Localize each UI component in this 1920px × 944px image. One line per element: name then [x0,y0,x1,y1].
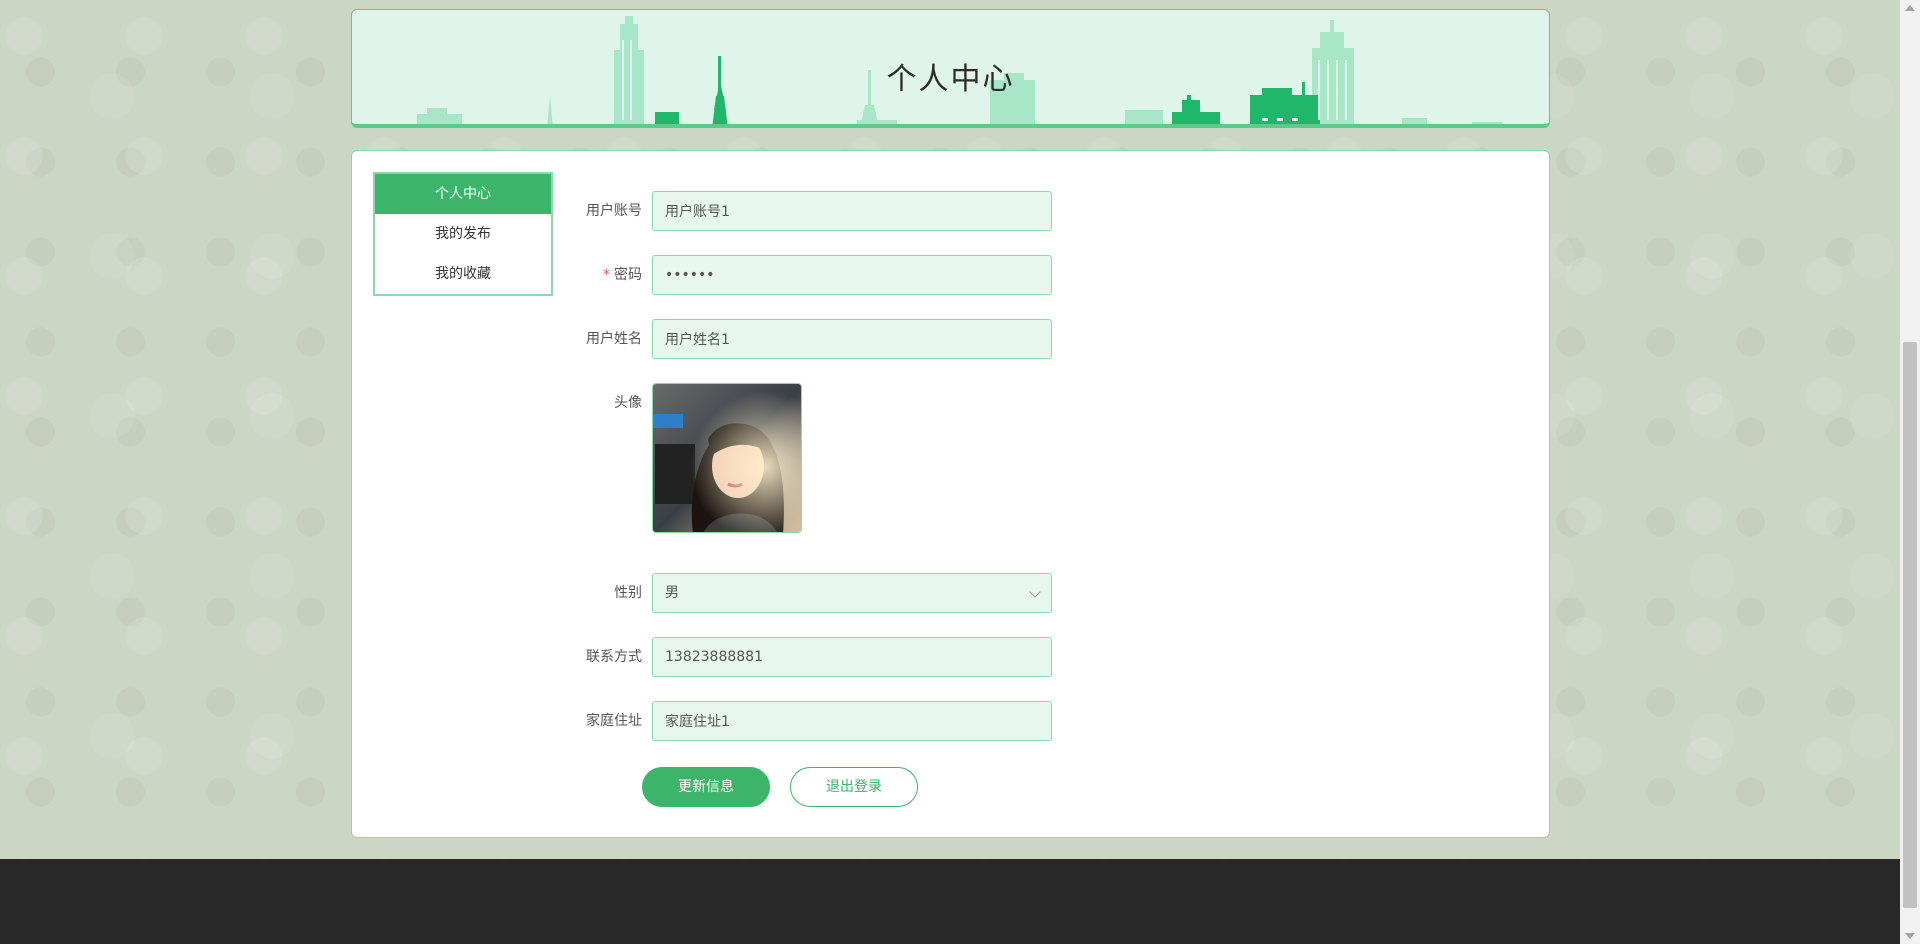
password-input[interactable] [652,255,1052,295]
avatar-upload[interactable] [652,383,802,533]
profile-card: 个人中心 我的发布 我的收藏 用户账号 *密码 用户姓名 头像 [351,150,1550,838]
vertical-scrollbar[interactable] [1900,0,1920,944]
account-input[interactable] [652,191,1052,231]
password-label-text: 密码 [614,267,642,283]
gender-select[interactable]: 男 [652,573,1052,613]
scroll-down-arrow-icon[interactable] [1905,933,1915,939]
update-info-button[interactable]: 更新信息 [642,767,770,807]
name-label: 用户姓名 [586,331,642,347]
gender-selected-value: 男 [665,585,679,601]
page-title: 个人中心 [886,62,1015,97]
address-input[interactable] [652,701,1052,741]
page: 个人中心 个人中心 我的发布 我的收藏 用户账号 *密码 用户姓名 头像 [0,0,1900,944]
required-mark: * [603,267,610,283]
name-input[interactable] [652,319,1052,359]
sidebar-item-my-favorites[interactable]: 我的收藏 [375,254,551,294]
account-label: 用户账号 [586,203,642,219]
avatar-label: 头像 [614,395,642,411]
sidebar-item-my-posts[interactable]: 我的发布 [375,214,551,254]
logout-button[interactable]: 退出登录 [790,767,918,807]
scroll-up-arrow-icon[interactable] [1905,5,1915,11]
password-label: * 密码 [603,255,642,295]
address-label: 家庭住址 [586,713,642,729]
footer [0,859,1900,944]
account-row: 用户账号 [572,191,1052,231]
sidebar-item-profile[interactable]: 个人中心 [375,174,551,214]
avatar-image [653,384,801,532]
header-banner: 个人中心 [351,9,1550,128]
password-row: * 密码 [572,255,1052,295]
chevron-down-icon [1029,586,1041,598]
scroll-thumb[interactable] [1903,342,1917,908]
avatar-row: 头像 [572,383,1052,533]
phone-label: 联系方式 [586,649,642,665]
address-row: 家庭住址 [572,701,1052,741]
phone-row: 联系方式 [572,637,1052,677]
phone-input[interactable] [652,637,1052,677]
name-row: 用户姓名 [572,319,1052,359]
gender-row: 性别 男 [572,573,1052,613]
sidebar-menu: 个人中心 我的发布 我的收藏 [373,172,553,296]
gender-label: 性别 [614,585,642,601]
